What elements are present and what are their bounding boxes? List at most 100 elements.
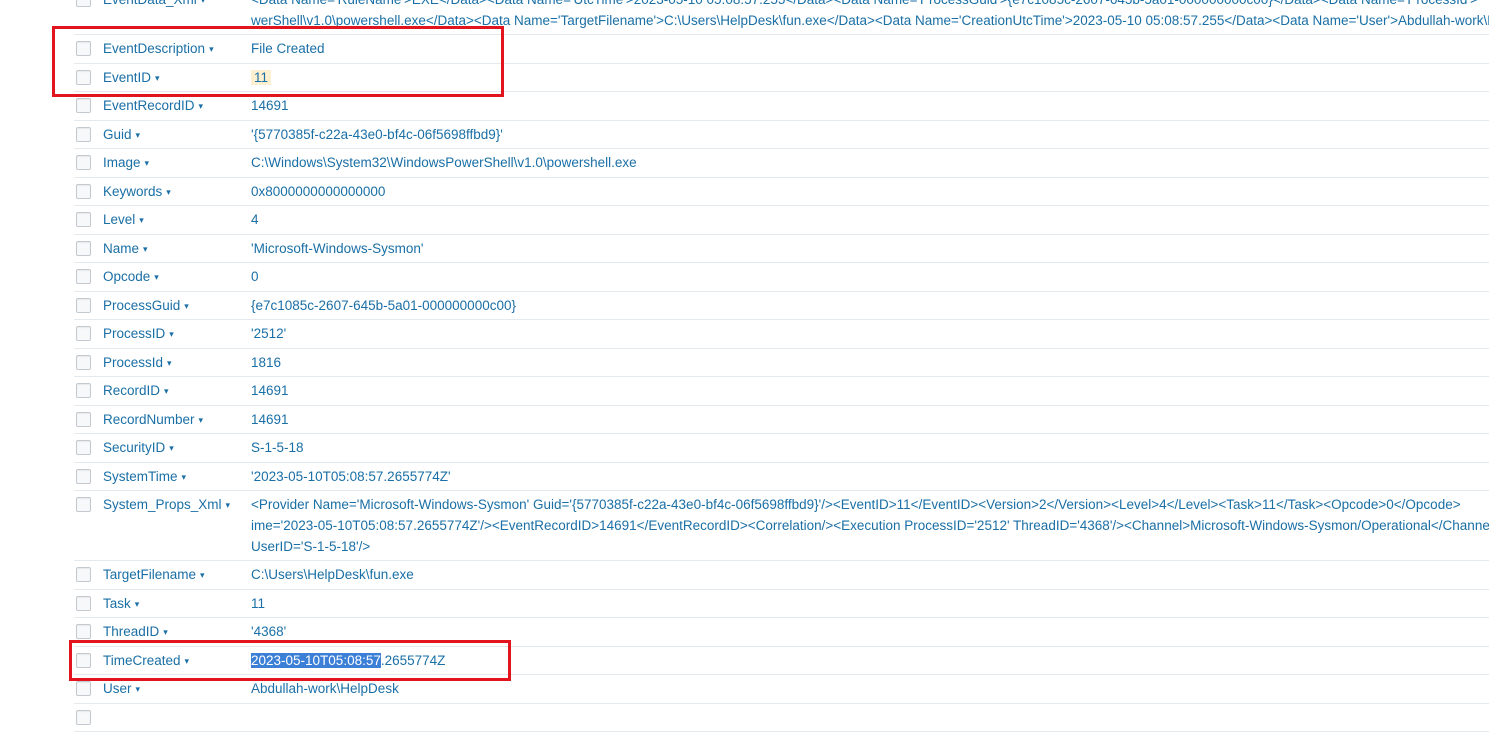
field-name-link[interactable]: EventData_Xml▾ [103,0,205,7]
field-checkbox[interactable] [76,70,91,85]
field-checkbox[interactable] [76,98,91,113]
field-checkbox[interactable] [76,567,91,582]
caret-down-icon[interactable]: ▾ [199,101,204,111]
field-value[interactable]: 4 [251,206,259,233]
field-name-link[interactable]: System_Props_Xml▾ [103,497,230,512]
field-value[interactable]: 2023-05-10T05:08:57.2655774Z [251,647,445,674]
field-name-link[interactable]: TimeCreated▾ [103,653,189,668]
field-value[interactable]: 0x8000000000000000 [251,178,385,205]
field-value[interactable]: '{5770385f-c22a-43e0-bf4c-06f5698ffbd9}' [251,121,503,148]
field-checkbox[interactable] [76,269,91,284]
field-value[interactable]: Abdullah-work\HelpDesk [251,675,399,702]
field-value[interactable]: 11 [251,64,271,91]
field-name-link[interactable]: User▾ [103,681,140,696]
caret-down-icon[interactable]: ▾ [136,130,141,140]
field-value[interactable]: C:\Users\HelpDesk\fun.exe [251,561,414,588]
caret-down-icon[interactable]: ▾ [169,329,174,339]
field-checkbox[interactable] [76,497,91,512]
caret-down-icon[interactable]: ▾ [136,684,141,694]
field-checkbox[interactable] [76,127,91,142]
field-name-link[interactable]: SecurityID ▾ [103,440,174,455]
field-checkbox[interactable] [76,355,91,370]
caret-down-icon[interactable]: ▾ [143,244,148,254]
caret-down-icon[interactable]: ▾ [139,215,144,225]
field-checkbox[interactable] [76,184,91,199]
caret-down-icon[interactable]: ▾ [154,272,159,282]
field-name-label: ProcessGuid [103,298,180,313]
field-name-link[interactable]: RecordID▾ [103,383,169,398]
field-checkbox[interactable] [76,624,91,639]
caret-down-icon[interactable]: ▾ [185,656,190,666]
field-checkbox[interactable] [76,383,91,398]
field-checkbox[interactable] [76,681,91,696]
field-name-link[interactable]: ProcessId ▾ [103,355,172,370]
field-name-link[interactable]: Guid▾ [103,127,140,142]
field-value[interactable]: {e7c1085c-2607-645b-5a01-000000000c00} [251,292,516,319]
field-name-link[interactable]: Name▾ [103,241,148,256]
field-value[interactable]: <Data Name='RuleName'>EXE</Data><Data Na… [251,0,1489,34]
caret-down-icon[interactable]: ▾ [145,158,150,168]
field-value[interactable]: '4368' [251,618,286,645]
field-value[interactable]: S-1-5-18 [251,434,304,461]
caret-down-icon[interactable]: ▾ [163,627,168,637]
caret-down-icon[interactable]: ▾ [169,443,174,453]
field-checkbox[interactable] [76,653,91,668]
caret-down-icon[interactable]: ▾ [167,358,172,368]
field-name-label: EventID [103,70,151,85]
field-name-link[interactable]: Level▾ [103,212,144,227]
field-value[interactable]: 0 [251,263,259,290]
caret-down-icon[interactable]: ▾ [200,570,205,580]
field-value[interactable]: 'Microsoft-Windows-Sysmon' [251,235,423,262]
field-name-link[interactable]: EventRecordID▾ [103,98,203,113]
field-name-link[interactable]: Image▾ [103,155,149,170]
field-checkbox[interactable] [76,440,91,455]
caret-down-icon[interactable]: ▾ [209,44,214,54]
field-value[interactable]: File Created [251,35,325,62]
field-value[interactable]: 14691 [251,92,289,119]
field-name-label: ProcessId [103,355,163,370]
caret-down-icon[interactable]: ▾ [199,415,204,425]
caret-down-icon[interactable]: ▾ [184,301,189,311]
field-value[interactable]: '2023-05-10T05:08:57.2655774Z' [251,463,451,490]
field-name-link[interactable]: ThreadID▾ [103,624,168,639]
field-name-link[interactable]: Opcode▾ [103,269,159,284]
caret-down-icon[interactable]: ▾ [201,0,206,5]
caret-down-icon[interactable]: ▾ [226,500,231,510]
caret-down-icon[interactable]: ▾ [166,187,171,197]
field-value[interactable]: 14691 [251,406,289,433]
field-name-link[interactable]: EventID ▾ [103,70,160,85]
field-name-link[interactable]: SystemTime▾ [103,469,186,484]
field-checkbox[interactable] [76,469,91,484]
field-value[interactable]: 14691 [251,377,289,404]
field-checkbox[interactable] [76,596,91,611]
caret-down-icon[interactable]: ▾ [164,386,169,396]
field-checkbox[interactable] [76,241,91,256]
field-value[interactable]: '2512' [251,320,286,347]
field-checkbox[interactable] [76,412,91,427]
field-row-partial [74,704,1489,732]
field-checkbox[interactable] [76,0,91,7]
field-name-link[interactable]: RecordNumber▾ [103,412,203,427]
caret-down-icon[interactable]: ▾ [182,472,187,482]
field-name-link[interactable]: TargetFilename▾ [103,567,205,582]
field-value[interactable]: 1816 [251,349,281,376]
field-name-link[interactable]: ProcessGuid ▾ [103,298,189,313]
selected-text: 2023-05-10T05:08:57 [251,653,381,668]
field-name-link[interactable]: EventDescription▾ [103,41,214,56]
field-name-link[interactable]: ProcessID▾ [103,326,174,341]
field-row-user: User▾ Abdullah-work\HelpDesk [74,675,1489,704]
field-name-label: SecurityID [103,440,165,455]
field-checkbox[interactable] [76,710,91,725]
field-checkbox[interactable] [76,41,91,56]
field-name-link[interactable]: Keywords▾ [103,184,171,199]
field-value[interactable]: C:\Windows\System32\WindowsPowerShell\v1… [251,149,637,176]
field-name-link[interactable]: Task▾ [103,596,139,611]
caret-down-icon[interactable]: ▾ [135,599,140,609]
field-value[interactable]: <Provider Name='Microsoft-Windows-Sysmon… [251,491,1489,560]
field-checkbox[interactable] [76,212,91,227]
field-value[interactable]: 11 [251,590,265,617]
caret-down-icon[interactable]: ▾ [155,73,160,83]
field-checkbox[interactable] [76,298,91,313]
field-checkbox[interactable] [76,155,91,170]
field-checkbox[interactable] [76,326,91,341]
